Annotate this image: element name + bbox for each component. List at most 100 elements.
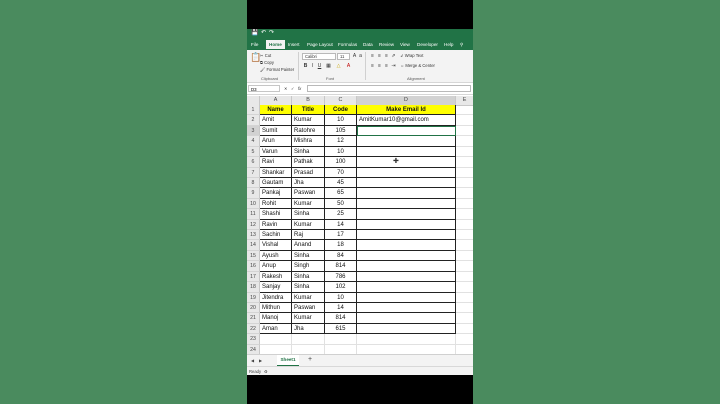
cell-a[interactable]: Sumit <box>260 125 292 137</box>
cell-e[interactable] <box>456 313 473 324</box>
cell-b[interactable]: Sinha <box>292 250 325 262</box>
cut-button[interactable]: ✂ Cut <box>260 53 271 58</box>
cell-d[interactable] <box>357 323 456 335</box>
row-header[interactable]: 11 <box>247 209 260 220</box>
cell-a[interactable]: Ravi <box>260 157 292 168</box>
cell-d[interactable] <box>357 313 456 324</box>
font-size-select[interactable]: 11 <box>337 53 350 60</box>
cell-e[interactable] <box>456 261 473 272</box>
cell-b[interactable]: Kumar <box>292 219 325 231</box>
cell-c[interactable]: 102 <box>325 282 357 293</box>
cell-a[interactable]: Shankar <box>260 167 292 178</box>
cell-a[interactable]: Arun <box>260 136 292 147</box>
tab-review[interactable]: Review <box>379 40 394 49</box>
accessibility-icon[interactable]: ♻ <box>264 368 268 375</box>
row-header[interactable]: 8 <box>247 177 260 189</box>
cell-c[interactable]: 10 <box>325 292 357 303</box>
align-middle-icon[interactable]: ≡ <box>376 53 383 59</box>
cell-b[interactable]: Jha <box>292 323 325 335</box>
cell-d[interactable] <box>357 157 456 168</box>
cell-e[interactable] <box>456 240 473 251</box>
tab-home[interactable]: Home <box>266 40 285 49</box>
column-title-b[interactable]: Title <box>292 105 325 116</box>
row-header[interactable]: 18 <box>247 282 260 293</box>
cell-d[interactable] <box>357 177 456 189</box>
cell-c[interactable]: 17 <box>325 230 357 241</box>
cell-c[interactable]: 84 <box>325 250 357 262</box>
row-header[interactable]: 1 <box>247 105 260 116</box>
scroll-left-icon[interactable]: ◀ <box>251 357 254 364</box>
cell-a[interactable]: Rohit <box>260 198 292 210</box>
fill-color-icon[interactable]: △ <box>335 63 342 69</box>
cell-c[interactable]: 814 <box>325 313 357 324</box>
cell-c[interactable]: 18 <box>325 240 357 251</box>
cell-e[interactable] <box>456 115 473 126</box>
tab-page-layout[interactable]: Page Layout <box>307 40 333 49</box>
column-header-d[interactable]: D <box>357 96 456 105</box>
cell-d[interactable] <box>357 198 456 210</box>
column-header-e[interactable]: E <box>456 96 473 105</box>
column-header-a[interactable]: A <box>260 96 292 105</box>
enter-icon[interactable]: ✓ <box>291 86 295 91</box>
orientation-icon[interactable]: ⇗ <box>390 53 397 59</box>
undo-icon[interactable]: ↶ <box>261 30 266 37</box>
cell-e[interactable] <box>456 334 473 345</box>
cell-c[interactable]: 70 <box>325 167 357 178</box>
row-header[interactable]: 7 <box>247 167 260 178</box>
cell-d[interactable] <box>357 219 456 231</box>
cell-c[interactable]: 814 <box>325 261 357 272</box>
row-header[interactable]: 15 <box>247 250 260 262</box>
tab-developer[interactable]: Developer <box>417 40 438 49</box>
tab-insert[interactable]: Insert <box>288 40 300 49</box>
column-title-c[interactable]: Code <box>325 105 357 116</box>
cell-a[interactable]: Sanjay <box>260 282 292 293</box>
cell-e[interactable] <box>456 105 473 116</box>
column-header-c[interactable]: C <box>325 96 357 105</box>
row-header[interactable]: 14 <box>247 240 260 251</box>
cell-e[interactable] <box>456 178 473 189</box>
cell-e[interactable] <box>456 168 473 178</box>
cell-e[interactable] <box>456 199 473 210</box>
cell-b[interactable]: Mishra <box>292 136 325 147</box>
cell-c[interactable]: 14 <box>325 302 357 314</box>
cell-a[interactable]: Rakesh <box>260 271 292 283</box>
cell-c[interactable]: 12 <box>325 136 357 147</box>
cell-a[interactable]: Shashi <box>260 209 292 220</box>
cell-b[interactable]: Sinha <box>292 209 325 220</box>
format-painter-button[interactable]: 🖌 Format Painter <box>260 67 294 72</box>
cell-d[interactable] <box>357 271 456 283</box>
cell-d[interactable] <box>357 209 456 220</box>
align-center-icon[interactable]: ≡ <box>376 63 383 69</box>
row-header[interactable]: 3 <box>247 125 260 137</box>
cell-b[interactable]: Jha <box>292 177 325 189</box>
align-right-icon[interactable]: ≡ <box>383 63 390 69</box>
cell-b[interactable]: Pathak <box>292 157 325 168</box>
cell-d[interactable] <box>357 250 456 262</box>
scroll-right-icon[interactable]: ▶ <box>259 357 262 364</box>
cell-d[interactable] <box>357 240 456 251</box>
row-header[interactable]: 6 <box>247 157 260 168</box>
row-header[interactable]: 12 <box>247 219 260 231</box>
tab-data[interactable]: Data <box>363 40 373 49</box>
cell-b[interactable]: Paswan <box>292 302 325 314</box>
indent-icon[interactable]: ⇥ <box>390 63 397 69</box>
cell-e[interactable] <box>456 188 473 199</box>
formula-input[interactable] <box>307 85 471 92</box>
cell-a[interactable]: Pankaj <box>260 188 292 199</box>
row-header[interactable]: 23 <box>247 334 260 345</box>
tab-file[interactable]: File <box>251 40 258 49</box>
cell-e[interactable] <box>456 230 473 241</box>
cell-b[interactable]: Sinha <box>292 282 325 293</box>
align-top-icon[interactable]: ≡ <box>369 53 376 59</box>
cell-a[interactable]: Manoj <box>260 313 292 324</box>
cell-d[interactable] <box>357 146 456 158</box>
cell-d[interactable] <box>357 334 456 345</box>
name-box[interactable]: D3 <box>248 85 280 92</box>
cell-e[interactable] <box>456 293 473 303</box>
row-header[interactable]: 20 <box>247 302 260 314</box>
cell-d[interactable]: AmitKumar10@gmail.com <box>357 115 456 126</box>
column-title-a[interactable]: Name <box>260 105 292 116</box>
cell-c[interactable]: 65 <box>325 188 357 199</box>
cell-b[interactable]: Anand <box>292 240 325 251</box>
cell-d[interactable] <box>357 188 456 199</box>
